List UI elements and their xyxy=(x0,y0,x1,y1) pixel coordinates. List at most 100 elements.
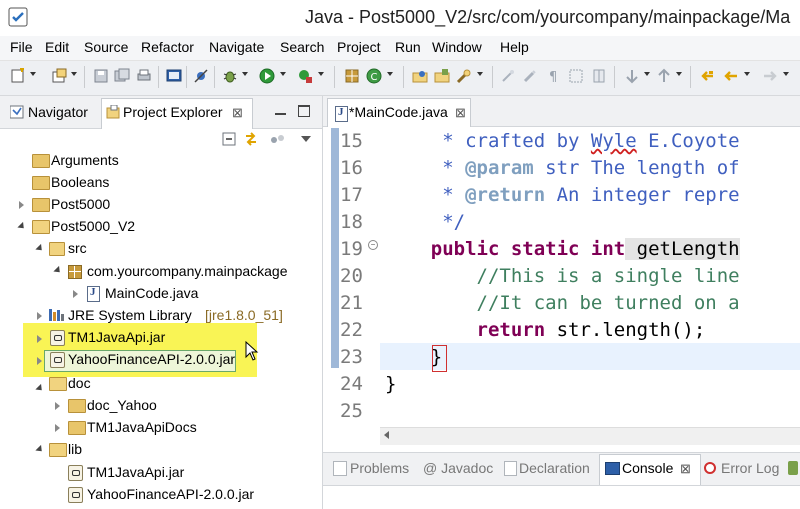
open-task-icon[interactable] xyxy=(434,68,450,84)
menu-window[interactable]: Window xyxy=(432,39,482,55)
horizontal-scrollbar[interactable] xyxy=(380,427,800,445)
link-with-editor-icon[interactable] xyxy=(243,131,259,147)
view-menu-icon[interactable] xyxy=(301,136,311,142)
external-tools-icon[interactable] xyxy=(297,68,313,84)
tree-item-arguments[interactable]: Arguments xyxy=(51,152,119,168)
print-icon[interactable] xyxy=(136,68,152,84)
chevron-down-icon[interactable] xyxy=(783,72,789,76)
toggle-highlight-icon[interactable] xyxy=(522,68,538,84)
new-java-class-icon[interactable]: C xyxy=(366,68,382,84)
close-icon[interactable]: ⊠ xyxy=(232,105,243,121)
new-icon[interactable] xyxy=(10,67,26,84)
code-line-24[interactable]: } xyxy=(385,373,396,395)
code-line-16[interactable]: * @param str The length of xyxy=(385,157,739,179)
open-type-icon[interactable] xyxy=(412,68,428,84)
tree-item-lib[interactable]: lib xyxy=(68,441,82,457)
chevron-down-icon[interactable] xyxy=(744,72,750,76)
tab-problems[interactable]: Problems xyxy=(350,460,409,476)
more-views-icon[interactable] xyxy=(788,461,798,475)
minimize-icon[interactable] xyxy=(275,113,286,115)
scroll-left-arrow-icon[interactable] xyxy=(384,431,389,439)
chevron-down-icon[interactable] xyxy=(477,72,483,76)
tab-error-log[interactable]: Error Log xyxy=(721,460,779,476)
expand-arrow-icon[interactable] xyxy=(55,402,60,410)
menu-edit[interactable]: Edit xyxy=(45,39,69,55)
tab-navigator[interactable]: Navigator xyxy=(28,104,88,120)
block-selection-icon[interactable] xyxy=(568,68,584,84)
show-whitespace-icon[interactable]: ¶ xyxy=(546,68,562,85)
menu-source[interactable]: Source xyxy=(84,39,128,55)
expand-arrow-icon[interactable] xyxy=(55,424,60,432)
menu-file[interactable]: File xyxy=(10,39,33,55)
menu-run[interactable]: Run xyxy=(395,39,421,55)
code-line-20[interactable]: //This is a single line xyxy=(385,265,740,287)
chevron-down-icon[interactable] xyxy=(676,72,682,76)
last-edit-location-icon[interactable] xyxy=(699,68,715,84)
tree-item-yahoofinanceapi-jar[interactable]: YahooFinanceAPI-2.0.0.jar xyxy=(68,351,235,367)
back-arrow-icon[interactable] xyxy=(723,68,739,84)
chevron-down-icon[interactable] xyxy=(387,72,393,76)
tree-item-post5000-v2[interactable]: Post5000_V2 xyxy=(51,218,135,234)
code-line-17[interactable]: * @return An integer repre xyxy=(385,184,739,206)
new-wizard-icon[interactable] xyxy=(52,68,68,84)
menu-navigate[interactable]: Navigate xyxy=(209,39,264,55)
forward-arrow-icon[interactable] xyxy=(762,68,778,84)
tab-declaration[interactable]: Declaration xyxy=(519,460,590,476)
chevron-down-icon[interactable] xyxy=(242,72,248,76)
tab-javadoc[interactable]: @ Javadoc xyxy=(423,460,493,476)
expand-arrow-icon[interactable] xyxy=(37,312,42,320)
tree-item-src[interactable]: src xyxy=(68,240,87,256)
tree-item-post5000[interactable]: Post5000 xyxy=(51,196,110,212)
tree-item-doc-yahoo[interactable]: doc_Yahoo xyxy=(87,397,157,413)
chevron-down-icon[interactable] xyxy=(318,72,324,76)
tree-item-package[interactable]: com.yourcompany.mainpackage xyxy=(87,263,288,279)
chevron-down-icon[interactable] xyxy=(644,72,650,76)
menu-help[interactable]: Help xyxy=(500,39,529,55)
column-icon[interactable] xyxy=(591,68,607,84)
menu-project[interactable]: Project xyxy=(337,39,381,55)
close-icon[interactable]: ⊠ xyxy=(680,461,691,477)
collapse-all-icon[interactable] xyxy=(222,132,236,146)
previous-annotation-icon[interactable] xyxy=(656,68,672,84)
tree-item-doc[interactable]: doc xyxy=(68,375,91,391)
tree-item-lib-tm1javaapi-jar[interactable]: TM1JavaApi.jar xyxy=(87,464,184,480)
expand-arrow-icon[interactable] xyxy=(37,335,42,343)
maximize-icon[interactable] xyxy=(298,105,310,117)
menu-refactor[interactable]: Refactor xyxy=(141,39,194,55)
folder-icon xyxy=(32,176,50,190)
tree-item-lib-yahoofinanceapi-jar[interactable]: YahooFinanceAPI-2.0.0.jar xyxy=(87,486,254,502)
expand-arrow-icon[interactable] xyxy=(37,357,42,365)
code-line-21[interactable]: //It can be turned on a xyxy=(385,292,740,314)
skip-breakpoints-icon[interactable] xyxy=(193,68,209,84)
save-icon[interactable] xyxy=(93,68,109,84)
tree-item-tm1javaapidocs[interactable]: TM1JavaApiDocs xyxy=(87,419,197,435)
tree-item-maincode-java[interactable]: MainCode.java xyxy=(105,285,198,301)
save-all-icon[interactable] xyxy=(114,68,130,84)
eclipse-app-icon[interactable] xyxy=(8,7,28,27)
svg-text:C: C xyxy=(371,72,378,83)
tree-item-booleans[interactable]: Booleans xyxy=(51,174,109,190)
code-line-18[interactable]: */ xyxy=(385,211,465,233)
close-icon[interactable]: ⊠ xyxy=(455,105,466,121)
filters-icon[interactable] xyxy=(270,133,286,145)
next-annotation-icon[interactable] xyxy=(624,68,640,84)
debug-icon[interactable] xyxy=(222,68,238,84)
search-icon[interactable] xyxy=(456,68,472,84)
new-java-package-icon[interactable] xyxy=(344,68,360,84)
fold-toggle-icon[interactable]: − xyxy=(368,240,378,250)
menu-search[interactable]: Search xyxy=(280,39,324,55)
toggle-mark-occurrences-icon[interactable] xyxy=(500,68,516,84)
tree-item-tm1javaapi-jar[interactable]: TM1JavaApi.jar xyxy=(68,329,165,345)
code-line-19[interactable]: public static int getLength xyxy=(385,238,740,260)
tree-item-jre-library[interactable]: JRE System Library xyxy=(68,307,192,323)
run-icon[interactable] xyxy=(259,68,275,84)
code-line-15[interactable]: * crafted by Wyle E.Coyote xyxy=(385,130,739,152)
chevron-down-icon[interactable] xyxy=(30,72,36,76)
code-line-22[interactable]: return str.length(); xyxy=(385,319,706,341)
chevron-down-icon[interactable] xyxy=(71,72,77,76)
expand-arrow-icon[interactable] xyxy=(19,201,24,209)
chevron-down-icon[interactable] xyxy=(280,72,286,76)
javadoc-tag: @param xyxy=(465,157,534,179)
console-view-icon[interactable] xyxy=(166,68,182,84)
expand-arrow-icon[interactable] xyxy=(73,290,78,298)
